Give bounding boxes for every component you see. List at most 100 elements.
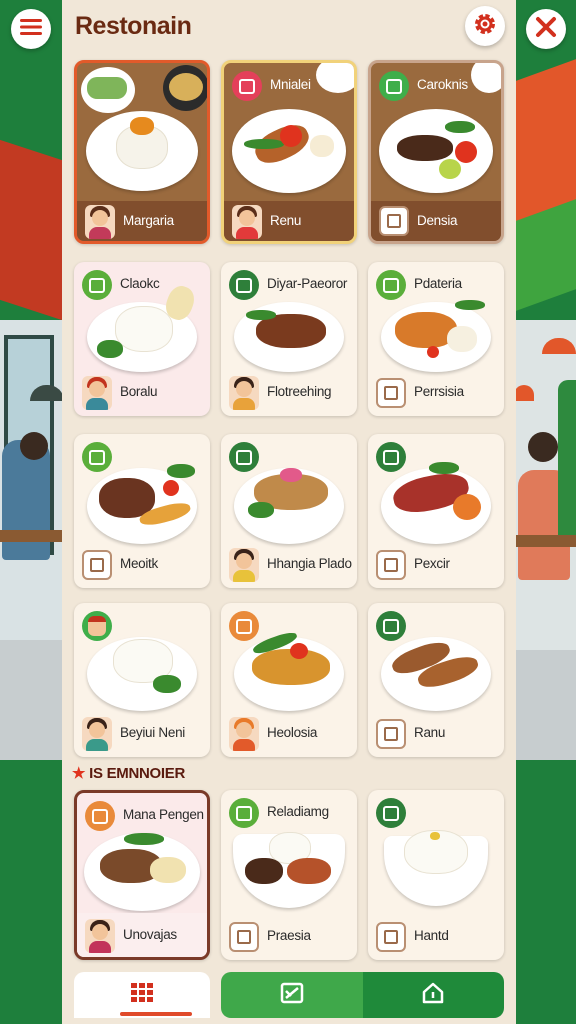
- map-icon: [280, 982, 304, 1009]
- dish-footer-label: Densia: [417, 213, 458, 228]
- dish-tile-icon: [376, 719, 406, 749]
- dish-tile-icon: [376, 550, 406, 580]
- dish-tile-icon: [376, 922, 406, 952]
- category-badge: [376, 611, 406, 641]
- dish-card[interactable]: Claokc Boralu: [74, 262, 210, 416]
- menu-button[interactable]: [11, 9, 51, 49]
- category-badge: [232, 71, 262, 101]
- dish-footer-label: Flotreehing: [267, 384, 332, 399]
- dish-row-4: Beyiui Neni Heolosia Ranu: [74, 603, 504, 757]
- dish-name: Mana Pengen: [123, 807, 204, 822]
- background-left: [0, 0, 64, 1024]
- settings-button[interactable]: [465, 6, 505, 46]
- dish-bowl: [384, 830, 488, 906]
- dish-footer-label: Beyiui Neni: [120, 725, 185, 740]
- dish-row-1: Margaria Mnialei Renu Caroknis Densia: [74, 60, 504, 244]
- chef-badge: [82, 611, 112, 641]
- dish-card[interactable]: Mana Pengen Unovajas: [74, 790, 210, 960]
- dish-plate: [234, 629, 344, 711]
- dish-plate: [87, 282, 199, 372]
- avatar: [229, 376, 259, 410]
- category-badge: [376, 798, 406, 828]
- dish-plate: [87, 637, 197, 711]
- avatar: [82, 717, 112, 751]
- dish-row-2: Claokc Boralu Diyar-Paeoror Flotreehing …: [74, 262, 504, 416]
- avatar: [85, 205, 115, 239]
- category-badge: [379, 71, 409, 101]
- dish-name: Mnialei: [270, 77, 311, 92]
- dish-plate: [234, 468, 344, 544]
- dish-footer-label: Hantd: [414, 928, 449, 943]
- dish-plate: [381, 300, 491, 372]
- dish-footer-label: Praesia: [267, 928, 311, 943]
- nav-home-tab[interactable]: [362, 972, 504, 1018]
- dish-row-3: Meoitk Hhangia Plado Pexcir: [74, 434, 504, 588]
- category-badge: [82, 270, 112, 300]
- dish-name: Caroknis: [417, 77, 468, 92]
- dish-footer-label: Ranu: [414, 725, 446, 740]
- category-badge: [376, 270, 406, 300]
- category-badge: [82, 442, 112, 472]
- dish-footer-label: Boralu: [120, 384, 158, 399]
- dish-plate: [381, 637, 491, 711]
- dish-card[interactable]: Mnialei Renu: [221, 60, 357, 244]
- section-heading-text: IS EMNNOIER: [89, 765, 186, 782]
- nav-menu-tab[interactable]: [74, 972, 210, 1018]
- dish-name: Diyar-Paeoror: [267, 276, 348, 291]
- category-badge: [376, 442, 406, 472]
- dish-card[interactable]: Margaria: [74, 60, 210, 244]
- home-icon: [421, 981, 445, 1010]
- dish-card[interactable]: Beyiui Neni: [74, 603, 210, 757]
- dish-card[interactable]: Hantd: [368, 790, 504, 960]
- background-right: [514, 0, 576, 1024]
- grid-icon: [131, 982, 153, 1008]
- featured-row: Mana Pengen Unovajas Reladiamg Praesia H…: [74, 790, 504, 960]
- dish-card[interactable]: Caroknis Densia: [368, 60, 504, 244]
- category-badge: [85, 801, 115, 831]
- category-badge: [229, 270, 259, 300]
- dish-card[interactable]: Diyar-Paeoror Flotreehing: [221, 262, 357, 416]
- dish-plate: [379, 109, 493, 193]
- dish-footer-label: Margaria: [123, 213, 174, 228]
- dish-plate: [86, 111, 198, 191]
- dish-tile-icon: [82, 550, 112, 580]
- dish-footer-label: Heolosia: [267, 725, 318, 740]
- active-tab-indicator: [120, 1012, 192, 1016]
- dish-card[interactable]: Ranu: [368, 603, 504, 757]
- close-icon: [535, 16, 557, 43]
- dish-footer-label: Pexcir: [414, 556, 450, 571]
- dish-tile-icon: [379, 206, 409, 236]
- dish-card[interactable]: Pexcir: [368, 434, 504, 588]
- dish-footer-label: Perrsisia: [414, 384, 464, 399]
- dish-plate: [87, 464, 197, 544]
- dish-footer-label: Unovajas: [123, 927, 177, 942]
- dish-tile-icon: [376, 378, 406, 408]
- dish-plate: [232, 109, 346, 193]
- bottom-nav: [74, 972, 504, 1018]
- avatar: [85, 919, 115, 953]
- dish-card[interactable]: Hhangia Plado: [221, 434, 357, 588]
- category-badge: [229, 611, 259, 641]
- section-heading: ★ IS EMNNOIER: [72, 764, 185, 782]
- app-title: Restonain: [75, 12, 192, 40]
- dish-name: Pdateria: [414, 276, 462, 291]
- gear-icon: [472, 11, 498, 42]
- dish-name: Claokc: [120, 276, 160, 291]
- dish-plate: [84, 833, 200, 911]
- category-badge: [229, 442, 259, 472]
- dish-card[interactable]: Reladiamg Praesia: [221, 790, 357, 960]
- dish-footer-label: Renu: [270, 213, 302, 228]
- dish-footer-label: Hhangia Plado: [267, 556, 352, 571]
- dish-name: Reladiamg: [267, 804, 329, 819]
- nav-map-tab[interactable]: [221, 972, 363, 1018]
- dish-card[interactable]: Meoitk: [74, 434, 210, 588]
- dish-plate: [234, 302, 344, 372]
- dish-footer-label: Meoitk: [120, 556, 158, 571]
- avatar: [232, 205, 262, 239]
- dish-card[interactable]: Pdateria Perrsisia: [368, 262, 504, 416]
- avatar: [229, 717, 259, 751]
- close-button[interactable]: [526, 9, 566, 49]
- dish-bowl: [233, 832, 345, 908]
- dish-card[interactable]: Heolosia: [221, 603, 357, 757]
- avatar: [229, 548, 259, 582]
